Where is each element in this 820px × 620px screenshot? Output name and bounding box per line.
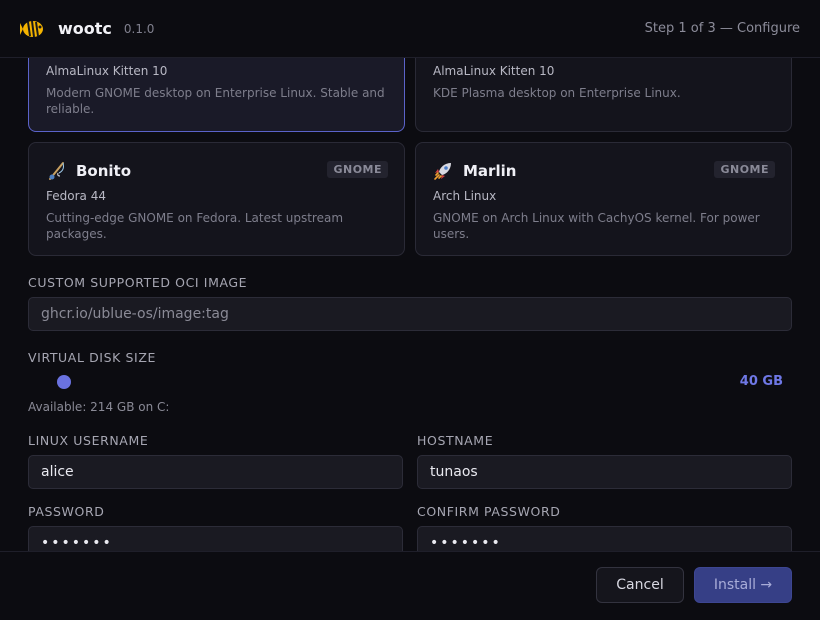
disk-size-value: 40 GB bbox=[739, 374, 783, 389]
confirm-password-input[interactable]: ••••••• bbox=[417, 526, 792, 551]
desktop-badge: GNOME bbox=[714, 161, 775, 178]
card-name: Marlin bbox=[463, 162, 517, 180]
password-label: PASSWORD bbox=[28, 504, 105, 519]
card-name: Bonito bbox=[76, 162, 132, 180]
custom-image-label: CUSTOM SUPPORTED OCI IMAGE bbox=[28, 275, 248, 290]
image-card-bonito[interactable]: Bonito GNOME Fedora 44 Cutting-edge GNOM… bbox=[28, 142, 405, 256]
card-description: KDE Plasma desktop on Enterprise Linux. bbox=[433, 86, 681, 100]
username-label: LINUX USERNAME bbox=[28, 433, 149, 448]
app-header: wootc 0.1.0 Step 1 of 3 — Configure bbox=[0, 0, 820, 58]
image-card-marlin[interactable]: Marlin GNOME Arch Linux GNOME on Arch Li… bbox=[415, 142, 792, 256]
desktop-badge: GNOME bbox=[327, 161, 388, 178]
card-description: Modern GNOME desktop on Enterprise Linux… bbox=[46, 86, 385, 116]
disk-size-label: VIRTUAL DISK SIZE bbox=[28, 350, 156, 365]
config-form[interactable]: AlmaLinux Kitten 10 Modern GNOME desktop… bbox=[0, 58, 820, 551]
confirm-password-label: CONFIRM PASSWORD bbox=[417, 504, 561, 519]
rocket-icon bbox=[433, 161, 455, 181]
fishing-pole-icon bbox=[46, 161, 68, 181]
footer-bar: Cancel Install → bbox=[0, 551, 820, 620]
card-distro: Fedora 44 bbox=[46, 189, 106, 203]
disk-size-slider-thumb[interactable] bbox=[57, 375, 71, 389]
card-distro: AlmaLinux Kitten 10 bbox=[433, 64, 555, 78]
image-card-alma-kde[interactable]: AlmaLinux Kitten 10 KDE Plasma desktop o… bbox=[415, 58, 792, 132]
available-space-text: Available: 214 GB on C: bbox=[28, 400, 170, 414]
hostname-input[interactable]: tunaos bbox=[417, 455, 792, 489]
custom-image-input[interactable]: ghcr.io/ublue-os/image:tag bbox=[28, 297, 792, 331]
app-name: wootc bbox=[58, 19, 112, 38]
app-version: 0.1.0 bbox=[123, 21, 155, 36]
step-indicator: Step 1 of 3 — Configure bbox=[644, 21, 800, 36]
install-button[interactable]: Install → bbox=[694, 567, 792, 603]
card-description: Cutting-edge GNOME on Fedora. Latest ups… bbox=[46, 211, 344, 241]
card-distro: AlmaLinux Kitten 10 bbox=[46, 64, 168, 78]
card-description: GNOME on Arch Linux with CachyOS kernel.… bbox=[433, 211, 760, 241]
password-input[interactable]: ••••••• bbox=[28, 526, 403, 551]
image-card-alma-gnome[interactable]: AlmaLinux Kitten 10 Modern GNOME desktop… bbox=[28, 58, 405, 132]
hostname-label: HOSTNAME bbox=[417, 433, 494, 448]
username-input[interactable]: alice bbox=[28, 455, 403, 489]
card-distro: Arch Linux bbox=[433, 189, 497, 203]
cancel-button[interactable]: Cancel bbox=[596, 567, 684, 603]
fish-logo-icon bbox=[20, 16, 46, 42]
